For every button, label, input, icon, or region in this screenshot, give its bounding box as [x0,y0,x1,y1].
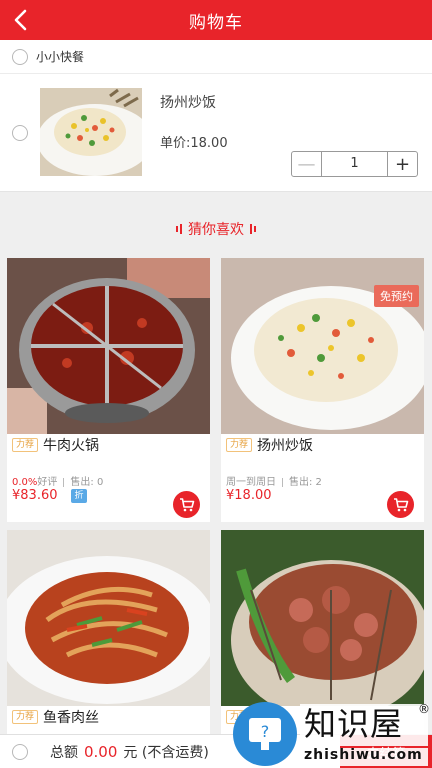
product-card[interactable]: 免预约 力荐 扬州炒饭 周一到周日 售出: 2 ¥18.00 [221,258,424,522]
rating-label: 好评 [37,477,58,488]
product-image[interactable] [7,258,210,434]
quantity-value[interactable]: 1 [322,152,387,176]
page-title: 购物车 [189,12,243,33]
decrease-button[interactable]: — [292,152,322,176]
item-unit-price: 单价:18.00 [160,136,228,151]
shop-row: 小小快餐 [0,40,432,74]
recommend-tag: 力荐 [226,710,253,724]
decoration-right-icon [250,224,256,234]
decoration-left-icon [176,224,182,234]
checkout-button[interactable]: 去结算 [340,735,432,768]
cart-icon [393,497,408,511]
product-price: ¥83.60 [12,488,58,503]
recommend-tag: 力荐 [12,438,39,452]
product-meta: 0.0%好评 售出: 0 [12,473,103,488]
item-thumbnail[interactable] [40,88,142,176]
sold-count: 售出: 2 [289,477,322,488]
quantity-stepper: — 1 + [291,151,418,177]
shop-select-radio[interactable] [12,48,28,65]
product-image[interactable] [221,530,424,706]
shop-name: 小小快餐 [36,50,85,64]
no-reservation-badge: 免预约 [374,285,419,307]
total-label: 总额 [50,744,78,761]
product-image[interactable] [7,530,210,706]
product-name: 扬州炒饭 [257,438,313,454]
discount-badge: 折 [71,489,87,503]
total-unit: 元 (不含运费) [123,744,209,761]
product-price: ¥18.00 [226,488,272,503]
app-header: 购物车 [0,0,432,40]
product-card[interactable]: 力荐 鱼香肉丝 [7,530,210,734]
cart-item: 扬州炒饭 单价:18.00 — 1 + [0,74,432,192]
item-select-radio[interactable] [12,125,28,141]
total-amount: 0.00 [84,742,118,761]
add-to-cart-button[interactable] [387,491,414,518]
increase-button[interactable]: + [387,152,417,176]
product-name: 鱼香肉丝 [43,710,99,726]
recommend-tag: 力荐 [12,710,39,724]
schedule-text: 周一到周日 [226,477,276,488]
recommend-header: 猜你喜欢 [0,212,432,246]
back-arrow-icon[interactable] [8,7,34,33]
product-meta: 周一到周日 售出: 2 [226,473,322,488]
checkout-bar: 总额 0.00 元 (不含运费) 去结算 [0,734,432,768]
item-name: 扬州炒饭 [160,95,216,111]
recommend-title: 猜你喜欢 [188,222,244,238]
select-all-radio[interactable] [12,743,28,760]
sold-count: 售出: 0 [70,477,104,488]
rating-value: 0.0% [12,477,38,488]
add-to-cart-button[interactable] [173,491,200,518]
cart-icon [179,497,194,511]
product-card[interactable]: 力荐 [221,530,424,734]
product-card[interactable]: 力荐 牛肉火锅 0.0%好评 售出: 0 ¥83.60 折 [7,258,210,522]
product-name: 牛肉火锅 [43,438,99,454]
recommend-tag: 力荐 [226,438,253,452]
